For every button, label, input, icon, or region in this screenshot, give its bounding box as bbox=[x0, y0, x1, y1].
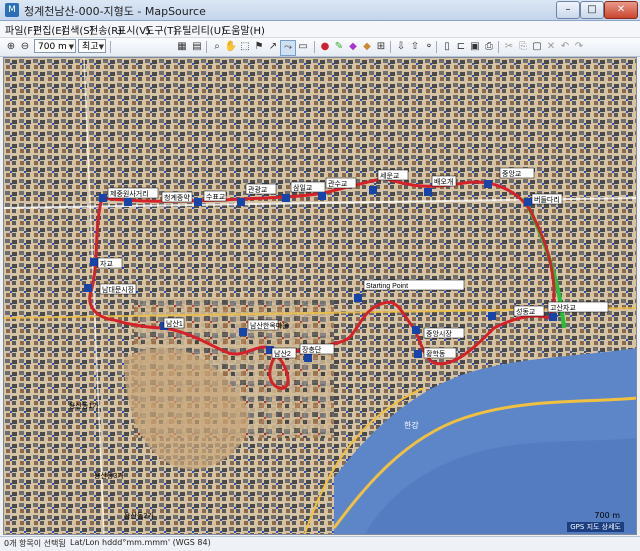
geocache-icon[interactable]: ◆ bbox=[360, 40, 374, 54]
place-label: 용산동3가 bbox=[94, 471, 124, 480]
title-bar: M 청계천남산-000-지형도 - MapSource – □ ✕ bbox=[0, 0, 640, 21]
map-canvas[interactable]: 제중원사거리 청계중약 수표교 관광교 삼일교 관수교 세운교 배오개 중앙교 … bbox=[4, 58, 637, 535]
toolbar-separator bbox=[206, 41, 207, 53]
toolbar-separator bbox=[110, 41, 111, 53]
track-draw-icon[interactable]: ⤳ bbox=[280, 40, 296, 56]
place-label: 용산동2가 bbox=[124, 511, 154, 520]
waypoint-tool-icon[interactable]: ⚑ bbox=[252, 40, 266, 54]
receive-icon[interactable]: ⇩ bbox=[394, 40, 408, 54]
window-title: 청계천남산-000-지형도 - MapSource bbox=[24, 5, 206, 18]
zoom-tool-icon[interactable]: ⌕ bbox=[210, 40, 224, 54]
menu-bar: 파일(F) 편집(E) 검색(S) 전송(R) 표시(V) 도구(T) 유틸리티… bbox=[0, 21, 640, 38]
minimize-button[interactable]: – bbox=[556, 1, 580, 19]
svg-text:버들다리: 버들다리 bbox=[534, 195, 560, 204]
gps-badge: GPS 지도 상세도 bbox=[567, 522, 624, 532]
menu-help[interactable]: 도움말(H) bbox=[222, 22, 265, 37]
svg-text:장충단: 장충단 bbox=[302, 345, 322, 354]
map-product-icon[interactable]: ▤ bbox=[190, 40, 204, 54]
status-bar: 0개 항목이 선택됨 Lat/Lon hddd°mm.mmm' (WGS 84) bbox=[0, 536, 640, 551]
place-label: 용산동1가 bbox=[69, 401, 99, 410]
toolbar-separator bbox=[498, 41, 499, 53]
zoom-in-icon[interactable]: ⊕ bbox=[4, 40, 18, 54]
open-file-icon[interactable]: ⊏ bbox=[454, 40, 468, 54]
hand-tool-icon[interactable]: ✋ bbox=[224, 40, 238, 54]
cut-icon[interactable]: ✂ bbox=[502, 40, 516, 54]
selection-status: 0개 항목이 선택됨 bbox=[4, 539, 66, 548]
map-product-icon[interactable]: ▦ bbox=[175, 40, 189, 54]
toolbar-separator bbox=[390, 41, 391, 53]
save-icon[interactable]: ▣ bbox=[468, 40, 482, 54]
delete-icon[interactable]: ✕ bbox=[544, 40, 558, 54]
menu-utilities[interactable]: 유틸리티(U) bbox=[173, 22, 225, 37]
route-marker-icon[interactable]: ✎ bbox=[332, 40, 346, 54]
new-file-icon[interactable]: ▯ bbox=[440, 40, 454, 54]
chevron-down-icon: ▼ bbox=[98, 43, 104, 51]
zoom-out-icon[interactable]: ⊖ bbox=[18, 40, 32, 54]
detail-level-select[interactable]: 최고 ▼ bbox=[78, 39, 106, 53]
svg-text:청계중약: 청계중약 bbox=[164, 193, 190, 202]
toolbar: ⊕ ⊖ 700 m ▼ 최고 ▼ ▦ ▤ ⌕ ✋ ⬚ ⚑ ↗ ⤳ ▭ ● ✎ ◆ ◆… bbox=[0, 38, 640, 57]
svg-text:수표교: 수표교 bbox=[206, 193, 226, 201]
scale-bar: 700 m bbox=[594, 511, 620, 520]
route-tool-icon[interactable]: ↗ bbox=[266, 40, 280, 54]
coordinate-format: Lat/Lon hddd°mm.mmm' (WGS 84) bbox=[70, 538, 211, 547]
svg-text:제중원사거리: 제중원사거리 bbox=[110, 189, 149, 198]
svg-text:Starting Point: Starting Point bbox=[366, 283, 408, 290]
chevron-down-icon: ▼ bbox=[68, 43, 74, 51]
maximize-button[interactable]: □ bbox=[580, 1, 604, 19]
realtime-icon[interactable]: ⚬ bbox=[422, 40, 436, 54]
track-marker-icon[interactable]: ◆ bbox=[346, 40, 360, 54]
svg-text:관수교: 관수교 bbox=[328, 179, 348, 188]
svg-text:삼일교: 삼일교 bbox=[293, 183, 313, 192]
lock-icon[interactable]: ⊞ bbox=[374, 40, 388, 54]
mapsource-icon: M bbox=[5, 3, 19, 17]
paste-icon[interactable]: ▢ bbox=[530, 40, 544, 54]
svg-text:남산2: 남산2 bbox=[274, 349, 291, 358]
svg-text:중앙시장: 중앙시장 bbox=[426, 329, 452, 338]
svg-text:성동교: 성동교 bbox=[516, 307, 536, 316]
close-button[interactable]: ✕ bbox=[604, 1, 638, 19]
undo-icon[interactable]: ↶ bbox=[558, 40, 572, 54]
waypoint-marker-icon[interactable]: ● bbox=[318, 40, 332, 54]
svg-text:남대문시장: 남대문시장 bbox=[102, 285, 135, 294]
place-label: 한강 bbox=[404, 420, 419, 430]
svg-text:중앙교: 중앙교 bbox=[502, 170, 522, 178]
svg-text:남산1: 남산1 bbox=[166, 319, 183, 328]
svg-text:관광교: 관광교 bbox=[248, 185, 268, 194]
measure-tool-icon[interactable]: ▭ bbox=[296, 40, 310, 54]
toolbar-separator bbox=[314, 41, 315, 53]
selection-tool-icon[interactable]: ⬚ bbox=[238, 40, 252, 54]
print-icon[interactable]: ⎙ bbox=[482, 40, 496, 54]
svg-text:고산자교: 고산자교 bbox=[550, 303, 576, 312]
copy-icon[interactable]: ⎘ bbox=[516, 40, 530, 54]
svg-text:배오개: 배오개 bbox=[434, 177, 453, 186]
svg-text:황학동: 황학동 bbox=[426, 349, 446, 358]
redo-icon[interactable]: ↷ bbox=[572, 40, 586, 54]
svg-text:세운교: 세운교 bbox=[380, 171, 400, 180]
zoom-scale-select[interactable]: 700 m ▼ bbox=[34, 39, 76, 53]
svg-text:자교: 자교 bbox=[100, 259, 113, 268]
svg-text:남산한옥마을: 남산한옥마을 bbox=[250, 321, 289, 330]
send-icon[interactable]: ⇧ bbox=[408, 40, 422, 54]
map-view[interactable]: 제중원사거리 청계중약 수표교 관광교 삼일교 관수교 세운교 배오개 중앙교 … bbox=[3, 57, 637, 535]
toolbar-separator bbox=[436, 41, 437, 53]
